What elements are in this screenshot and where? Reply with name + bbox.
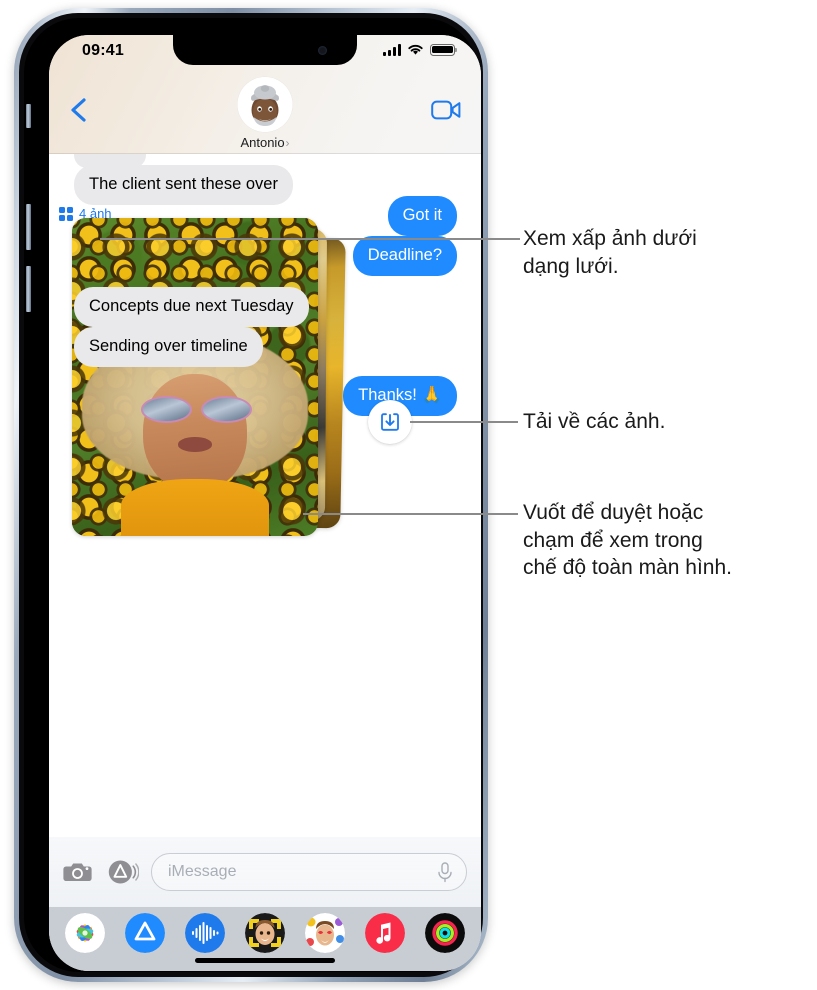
message-text-field[interactable]: iMessage bbox=[151, 853, 467, 891]
audio-message-app-icon[interactable] bbox=[185, 913, 225, 953]
mute-switch[interactable] bbox=[26, 104, 31, 128]
front-camera-icon bbox=[318, 46, 327, 55]
stickers-app-icon[interactable] bbox=[305, 913, 345, 953]
photo-subject-sunglasses bbox=[140, 396, 252, 424]
message-placeholder: iMessage bbox=[168, 863, 237, 880]
message-bubble-outgoing[interactable]: Deadline? bbox=[352, 236, 457, 276]
display-notch bbox=[173, 35, 357, 65]
screenshot-root: 09:41 Antonio› The client sent these ove… bbox=[0, 0, 817, 990]
battery-icon bbox=[430, 43, 458, 56]
callout-swipe-browse: Vuốt để duyệt hoặc chạm để xem trong chế… bbox=[523, 501, 732, 580]
message-bubble-incoming[interactable]: Concepts due next Tuesday bbox=[74, 287, 309, 327]
photo-subject-face bbox=[143, 373, 247, 492]
app-store-app-icon[interactable] bbox=[125, 913, 165, 953]
grid-2x2-icon bbox=[59, 206, 73, 221]
microphone-icon[interactable] bbox=[436, 861, 454, 883]
volume-down-button[interactable] bbox=[26, 266, 31, 312]
contact-name-text: Antonio bbox=[240, 135, 285, 150]
photo-card-front[interactable] bbox=[72, 218, 318, 536]
app-store-icon[interactable] bbox=[107, 856, 139, 888]
message-bubble-outgoing[interactable]: Got it bbox=[387, 196, 457, 236]
status-bar-clock: 09:41 bbox=[82, 42, 124, 59]
callout-grid-view: Xem xấp ảnh dưới dạng lưới. bbox=[523, 227, 697, 278]
leader-line-download bbox=[410, 421, 518, 423]
memoji-app-icon[interactable] bbox=[245, 913, 285, 953]
home-indicator[interactable] bbox=[195, 958, 335, 963]
download-to-tray-icon bbox=[381, 413, 399, 431]
facetime-video-icon[interactable] bbox=[431, 99, 461, 121]
music-app-icon[interactable] bbox=[365, 913, 405, 953]
camera-icon[interactable] bbox=[63, 856, 95, 888]
photo-subject-mouth bbox=[177, 437, 213, 452]
activity-app-icon[interactable] bbox=[425, 913, 465, 953]
message-bubble-incoming[interactable]: The client sent these over bbox=[74, 165, 293, 205]
conversation-transcript[interactable]: The client sent these over 4 ảnh Got it … bbox=[49, 154, 481, 837]
contact-name[interactable]: Antonio› bbox=[238, 135, 293, 150]
leader-line-grid bbox=[100, 238, 520, 240]
phone-frame: 09:41 Antonio› The client sent these ove… bbox=[14, 8, 488, 982]
back-chevron-icon[interactable] bbox=[67, 97, 93, 123]
callout-download: Tải về các ảnh. bbox=[523, 410, 666, 433]
photos-app-icon[interactable] bbox=[65, 913, 105, 953]
phone-screen: 09:41 Antonio› The client sent these ove… bbox=[49, 35, 481, 971]
photo-subject-shirt bbox=[121, 478, 269, 536]
leader-line-swipe bbox=[303, 513, 518, 515]
contact-disclosure-icon: › bbox=[285, 136, 290, 150]
memoji-avatar-icon[interactable] bbox=[237, 77, 293, 132]
contact-header[interactable]: Antonio› bbox=[237, 77, 293, 150]
message-bubble-incoming[interactable]: Sending over timeline bbox=[74, 327, 263, 367]
cellular-signal-icon bbox=[383, 43, 401, 56]
download-photos-button[interactable] bbox=[368, 400, 412, 444]
status-bar-icons bbox=[383, 43, 458, 56]
volume-up-button[interactable] bbox=[26, 204, 31, 250]
wifi-icon bbox=[408, 44, 423, 55]
message-input-bar: iMessage bbox=[49, 837, 481, 907]
